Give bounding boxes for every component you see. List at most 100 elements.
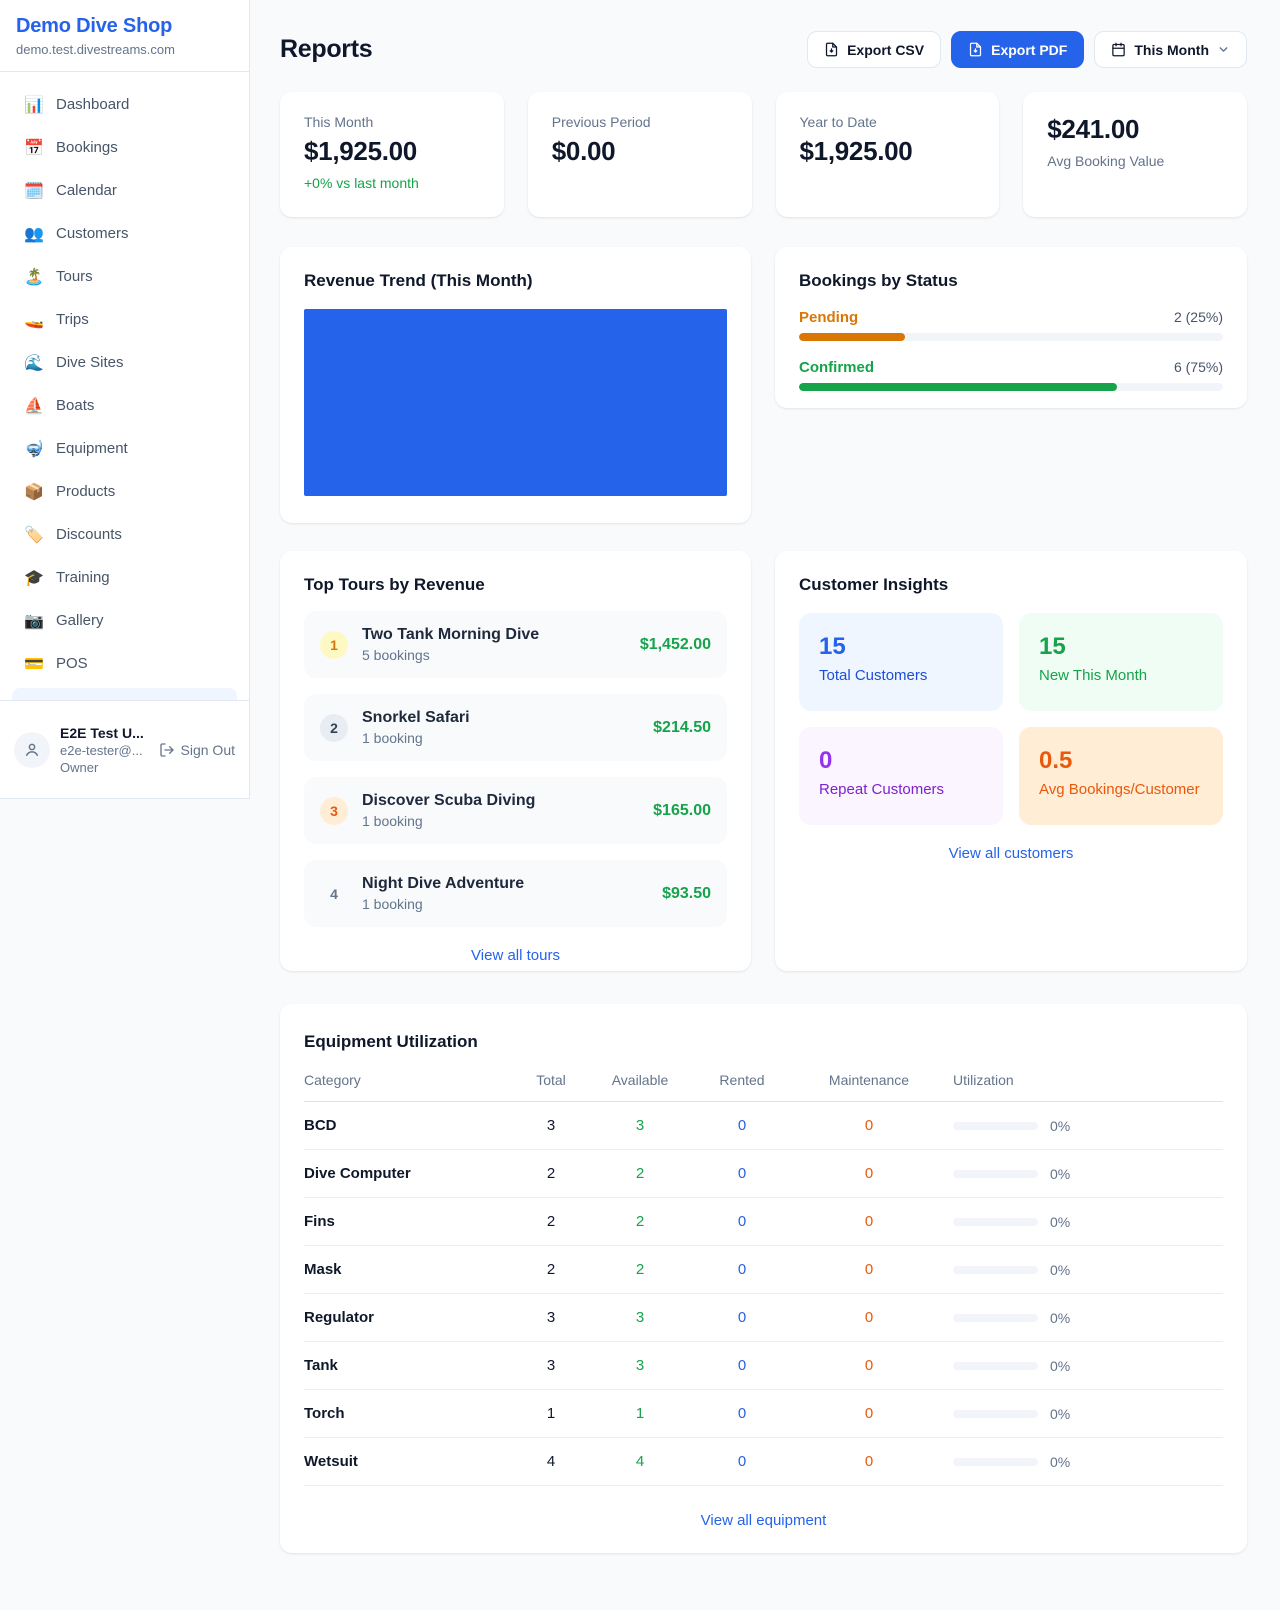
sidebar-item-discounts[interactable]: 🏷️ Discounts: [12, 516, 237, 553]
sidebar-item-label: Dive Sites: [56, 354, 124, 371]
equipment-icon: 🤿: [24, 439, 44, 459]
sidebar-item-calendar[interactable]: 🗓️ Calendar: [12, 172, 237, 209]
customer-insights-card: Customer Insights 15 Total Customers 15 …: [775, 551, 1247, 971]
cell-maintenance: 0: [785, 1309, 953, 1326]
tour-revenue: $214.50: [653, 719, 711, 737]
table-row-tank: Tank 3 3 0 0 0%: [304, 1342, 1223, 1390]
tour-bookings: 5 bookings: [362, 647, 626, 663]
dive-sites-icon: 🌊: [24, 353, 44, 373]
table-row-wetsuit: Wetsuit 4 4 0 0 0%: [304, 1438, 1223, 1486]
export-csv-button[interactable]: Export CSV: [807, 31, 941, 68]
cell-category: Wetsuit: [304, 1453, 521, 1470]
stat-card-previous-period: Previous Period $0.00: [528, 92, 752, 217]
sidebar-nav: 📊 Dashboard 📅 Bookings 🗓️ Calendar 👥 Cus…: [0, 72, 249, 700]
revenue-trend-card: Revenue Trend (This Month): [280, 247, 751, 523]
progress-fill-pending: [799, 333, 905, 341]
insight-tile-new-this-month: 15 New This Month: [1019, 613, 1223, 711]
insight-tile-repeat-customers: 0 Repeat Customers: [799, 727, 1003, 825]
tour-row-4: 4 Night Dive Adventure 1 booking $93.50: [304, 860, 727, 927]
stat-value: $1,925.00: [800, 136, 976, 167]
cell-category: Fins: [304, 1213, 521, 1230]
view-all-equipment-link[interactable]: View all equipment: [304, 1512, 1223, 1529]
cell-rented: 0: [699, 1117, 785, 1134]
cell-available: 2: [581, 1213, 699, 1230]
utilization-percent: 0%: [1050, 1358, 1070, 1374]
status-label-confirmed: Confirmed: [799, 359, 874, 376]
cell-maintenance: 0: [785, 1117, 953, 1134]
status-row-confirmed: Confirmed 6 (75%): [799, 359, 1223, 391]
bookings-icon: 📅: [24, 138, 44, 158]
stat-label: Year to Date: [800, 114, 976, 130]
cell-rented: 0: [699, 1213, 785, 1230]
progress-fill-confirmed: [799, 383, 1117, 391]
sidebar-item-label: Training: [56, 569, 110, 586]
insight-label: Avg Bookings/Customer: [1039, 781, 1203, 798]
stat-cards: This Month $1,925.00 +0% vs last month P…: [280, 92, 1247, 217]
utilization-percent: 0%: [1050, 1214, 1070, 1230]
main-content: Reports Export CSV Export PDF This Month: [280, 31, 1247, 1553]
avatar: [14, 732, 50, 768]
tour-name: Snorkel Safari: [362, 709, 639, 727]
sidebar-item-partial[interactable]: [12, 688, 237, 700]
tours-icon: 🏝️: [24, 267, 44, 287]
sidebar-item-pos[interactable]: 💳 POS: [12, 645, 237, 682]
sidebar-item-bookings[interactable]: 📅 Bookings: [12, 129, 237, 166]
view-all-tours-link[interactable]: View all tours: [304, 947, 727, 964]
period-label: This Month: [1134, 42, 1209, 58]
cell-maintenance: 0: [785, 1405, 953, 1422]
export-csv-label: Export CSV: [847, 42, 924, 58]
sidebar-item-boats[interactable]: ⛵ Boats: [12, 387, 237, 424]
cell-total: 3: [521, 1309, 581, 1326]
cell-maintenance: 0: [785, 1165, 953, 1182]
sidebar-item-products[interactable]: 📦 Products: [12, 473, 237, 510]
status-count-confirmed: 6 (75%): [1174, 359, 1223, 375]
shop-domain: demo.test.divestreams.com: [16, 42, 225, 57]
cell-available: 3: [581, 1309, 699, 1326]
customer-insights-title: Customer Insights: [799, 575, 1223, 595]
sidebar-item-equipment[interactable]: 🤿 Equipment: [12, 430, 237, 467]
rank-badge: 4: [320, 880, 348, 908]
tour-name: Night Dive Adventure: [362, 875, 648, 893]
cell-rented: 0: [699, 1309, 785, 1326]
status-label-pending: Pending: [799, 309, 858, 326]
cell-total: 2: [521, 1213, 581, 1230]
equipment-table: Category Total Available Rented Maintena…: [304, 1072, 1223, 1486]
insight-value: 0: [819, 747, 983, 775]
status-row-pending: Pending 2 (25%): [799, 309, 1223, 341]
period-dropdown[interactable]: This Month: [1094, 31, 1247, 68]
cell-category: Regulator: [304, 1309, 521, 1326]
cell-maintenance: 0: [785, 1261, 953, 1278]
progress-track: [799, 383, 1223, 391]
equipment-utilization-card: Equipment Utilization Category Total Ava…: [280, 1004, 1247, 1553]
sidebar-item-label: Gallery: [56, 612, 104, 629]
col-total: Total: [521, 1072, 581, 1088]
sidebar-item-label: Discounts: [56, 526, 122, 543]
sidebar-item-training[interactable]: 🎓 Training: [12, 559, 237, 596]
col-available: Available: [581, 1072, 699, 1088]
cell-category: Tank: [304, 1357, 521, 1374]
sidebar-item-customers[interactable]: 👥 Customers: [12, 215, 237, 252]
rank-badge: 3: [320, 797, 348, 825]
utilization-percent: 0%: [1050, 1262, 1070, 1278]
sidebar-item-dashboard[interactable]: 📊 Dashboard: [12, 86, 237, 123]
tour-row-1: 1 Two Tank Morning Dive 5 bookings $1,45…: [304, 611, 727, 678]
sign-out-button[interactable]: Sign Out: [159, 742, 235, 758]
insight-tile-avg-bookings: 0.5 Avg Bookings/Customer: [1019, 727, 1223, 825]
sidebar-item-dive-sites[interactable]: 🌊 Dive Sites: [12, 344, 237, 381]
sidebar-item-gallery[interactable]: 📷 Gallery: [12, 602, 237, 639]
sidebar-item-label: Dashboard: [56, 96, 129, 113]
sidebar-user-footer: E2E Test U... e2e-tester@... Owner Sign …: [0, 700, 249, 798]
chevron-down-icon: [1217, 43, 1230, 56]
table-row-regulator: Regulator 3 3 0 0 0%: [304, 1294, 1223, 1342]
discounts-icon: 🏷️: [24, 525, 44, 545]
view-all-customers-link[interactable]: View all customers: [799, 845, 1223, 862]
cell-category: Dive Computer: [304, 1165, 521, 1182]
export-pdf-button[interactable]: Export PDF: [951, 31, 1084, 68]
shop-name: Demo Dive Shop: [16, 15, 225, 38]
cell-utilization: 0%: [953, 1214, 1223, 1230]
sidebar-item-trips[interactable]: 🚤 Trips: [12, 301, 237, 338]
sidebar-item-tours[interactable]: 🏝️ Tours: [12, 258, 237, 295]
export-pdf-label: Export PDF: [991, 42, 1067, 58]
boats-icon: ⛵: [24, 396, 44, 416]
insight-label: Total Customers: [819, 667, 983, 684]
